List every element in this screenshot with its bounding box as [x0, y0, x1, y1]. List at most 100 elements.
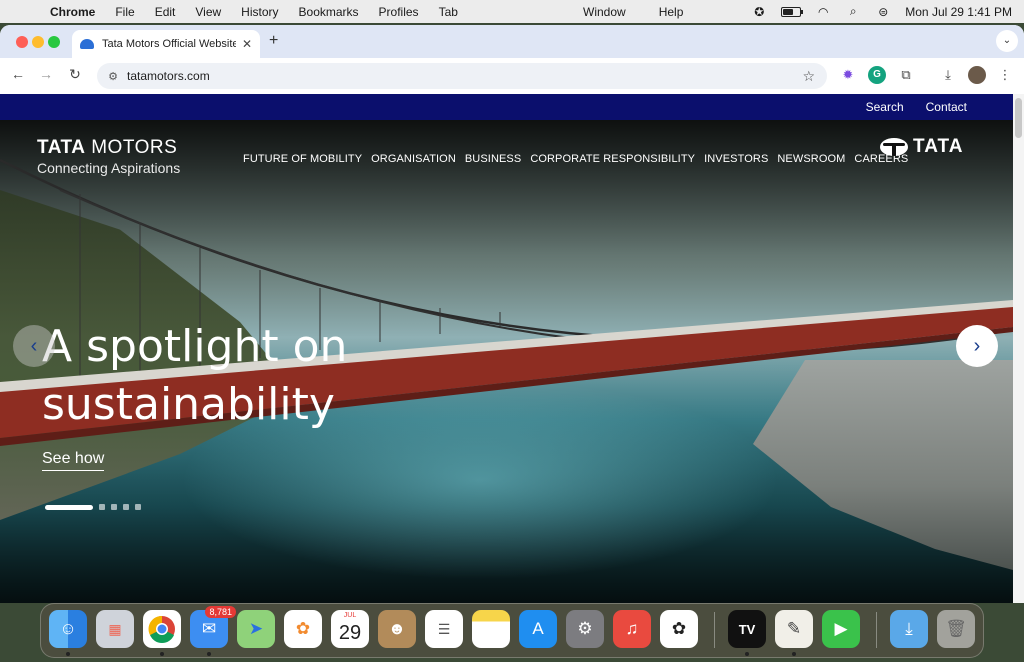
tata-motors-favicon-icon — [80, 39, 94, 49]
menu-app-name[interactable]: Chrome — [50, 5, 95, 19]
tata-logo-word: TATA — [913, 136, 964, 157]
carousel-dot-1[interactable] — [45, 504, 93, 510]
extension-purple-icon[interactable]: ✹ — [839, 66, 857, 84]
wifi-icon[interactable]: ◠ — [815, 5, 831, 19]
browser-toolbar: ← → ↻ ⚙ tatamotors.com ☆ ✹ G ⧉ ⤓ ⋮ — [0, 58, 1024, 93]
scrollbar-thumb[interactable] — [1015, 98, 1022, 138]
menu-edit[interactable]: Edit — [155, 5, 176, 19]
mail-icon[interactable]: ✉ 8,781 — [190, 606, 236, 656]
textedit-icon[interactable]: ✎ — [775, 610, 813, 656]
browser-window: Tata Motors Official Website | ✕ + ⌄ ← →… — [0, 25, 1024, 603]
spotlight-search-icon[interactable]: ⌕ — [845, 4, 861, 19]
close-window-button[interactable] — [16, 36, 28, 48]
profile-avatar[interactable] — [968, 66, 986, 84]
carousel-indicators — [45, 504, 141, 510]
menu-clock[interactable]: Mon Jul 29 1:41 PM — [905, 5, 1012, 19]
downloads-icon[interactable]: ⤓ — [890, 610, 928, 648]
calendar-month: JUL — [343, 612, 357, 619]
fullscreen-window-button[interactable] — [48, 36, 60, 48]
bookmark-star-icon[interactable]: ☆ — [802, 68, 815, 85]
brand-name-bold: TATA — [37, 137, 86, 158]
carousel-dot-4[interactable] — [123, 504, 129, 510]
reminders-icon[interactable]: ☰ — [425, 610, 463, 648]
tradingview-icon[interactable]: TV — [728, 610, 766, 656]
main-navigation: FUTURE OF MOBILITY ORGANISATION BUSINESS… — [243, 153, 908, 165]
notes-icon[interactable] — [472, 610, 510, 648]
forward-arrow-icon[interactable]: → — [37, 66, 55, 82]
reload-icon[interactable]: ↻ — [66, 66, 84, 83]
page-viewport: Search Contact TATA MOTORS Connecting As… — [0, 94, 1013, 603]
minimize-window-button[interactable] — [32, 36, 44, 48]
contact-link[interactable]: Contact — [926, 100, 967, 114]
downloads-icon[interactable]: ⤓ — [939, 66, 957, 84]
calendar-day: 29 — [338, 621, 362, 644]
carousel-next-chevron-icon[interactable]: › — [956, 325, 998, 367]
stage-manager-icon[interactable]: ✪ — [751, 5, 767, 19]
hero-carousel: TATA MOTORS Connecting Aspirations FUTUR… — [0, 120, 1013, 603]
search-link[interactable]: Search — [866, 100, 904, 114]
facetime-icon[interactable]: ▶ — [822, 610, 860, 648]
dock-separator-2 — [876, 612, 877, 648]
address-bar[interactable]: ⚙ tatamotors.com ☆ — [97, 63, 827, 89]
battery-icon[interactable] — [781, 6, 804, 17]
grammarly-extension-icon[interactable]: G — [868, 66, 886, 84]
nav-future-of-mobility[interactable]: FUTURE OF MOBILITY — [243, 153, 362, 165]
app-store-icon[interactable]: A — [519, 610, 557, 648]
photos-icon[interactable]: ✿ — [284, 610, 322, 648]
carousel-prev-chevron-icon[interactable]: ‹ — [13, 325, 55, 367]
calendar-icon[interactable]: JUL 29 — [331, 610, 369, 648]
tab-title: Tata Motors Official Website | — [102, 38, 236, 50]
page-scrollbar[interactable] — [1013, 94, 1024, 603]
nav-business[interactable]: BUSINESS — [465, 153, 521, 165]
macos-menu-bar: Chrome File Edit View History Bookmarks … — [0, 0, 1024, 23]
nav-corporate-responsibility[interactable]: CORPORATE RESPONSIBILITY — [530, 153, 695, 165]
address-url[interactable]: tatamotors.com — [127, 69, 210, 83]
close-tab-icon[interactable]: ✕ — [242, 37, 252, 51]
nav-investors[interactable]: INVESTORS — [704, 153, 768, 165]
menu-tab[interactable]: Tab — [439, 5, 458, 19]
dock-separator — [714, 612, 715, 648]
finder-icon[interactable]: ☺ — [49, 610, 87, 656]
hero-headline: A spotlight on sustainability — [42, 318, 462, 434]
brand-tagline: Connecting Aspirations — [37, 160, 181, 176]
mail-badge: 8,781 — [205, 606, 236, 618]
brand-name-light: MOTORS — [85, 137, 178, 158]
nav-organisation[interactable]: ORGANISATION — [371, 153, 456, 165]
trash-icon[interactable]: 🗑 — [937, 610, 975, 648]
browser-tab-active[interactable]: Tata Motors Official Website | ✕ — [72, 30, 260, 58]
system-settings-icon[interactable]: ⚙ — [566, 610, 604, 648]
see-how-link[interactable]: See how — [42, 450, 105, 471]
tata-logo-mark-icon — [880, 138, 908, 156]
carousel-dot-3[interactable] — [111, 504, 117, 510]
extensions-puzzle-icon[interactable]: ⧉ — [897, 66, 915, 84]
hero-headline-line-2: sustainability — [42, 379, 335, 430]
hero-headline-line-1: A spotlight on — [42, 321, 348, 372]
new-tab-icon[interactable]: + — [269, 32, 278, 50]
tab-search-chevron-icon[interactable]: ⌄ — [996, 30, 1018, 52]
nav-newsroom[interactable]: NEWSROOM — [777, 153, 845, 165]
carousel-dot-5[interactable] — [135, 504, 141, 510]
tata-motors-logo[interactable]: TATA MOTORS Connecting Aspirations — [37, 137, 180, 176]
maps-icon[interactable]: ➤ — [237, 610, 275, 648]
menu-history[interactable]: History — [241, 5, 278, 19]
menu-help[interactable]: Help — [659, 5, 684, 19]
contacts-icon[interactable]: ☻ — [378, 610, 416, 648]
carousel-dot-2[interactable] — [99, 504, 105, 510]
macos-dock: ☺ ▦ ✉ 8,781 ➤ ✿ JUL 29 ☻ ☰ A ⚙ ♫ ✿ TV ✎ ▶ … — [40, 603, 984, 658]
site-info-icon[interactable]: ⚙ — [105, 70, 121, 83]
music-icon[interactable]: ♫ — [613, 610, 651, 648]
launchpad-icon[interactable]: ▦ — [96, 610, 134, 648]
menu-profiles[interactable]: Profiles — [379, 5, 419, 19]
tab-strip: Tata Motors Official Website | ✕ + ⌄ — [0, 25, 1024, 58]
tata-group-logo[interactable]: TATA — [880, 136, 963, 158]
chatgpt-icon[interactable]: ✿ — [660, 610, 698, 648]
menu-window[interactable]: Window — [583, 5, 626, 19]
chrome-menu-kebab-icon[interactable]: ⋮ — [996, 66, 1014, 84]
control-center-icon[interactable]: ⊜ — [875, 5, 891, 19]
back-arrow-icon[interactable]: ← — [9, 66, 27, 82]
menu-view[interactable]: View — [195, 5, 221, 19]
chrome-icon[interactable] — [143, 610, 181, 656]
utility-bar: Search Contact — [0, 94, 1013, 120]
menu-bookmarks[interactable]: Bookmarks — [299, 5, 359, 19]
menu-file[interactable]: File — [115, 5, 134, 19]
